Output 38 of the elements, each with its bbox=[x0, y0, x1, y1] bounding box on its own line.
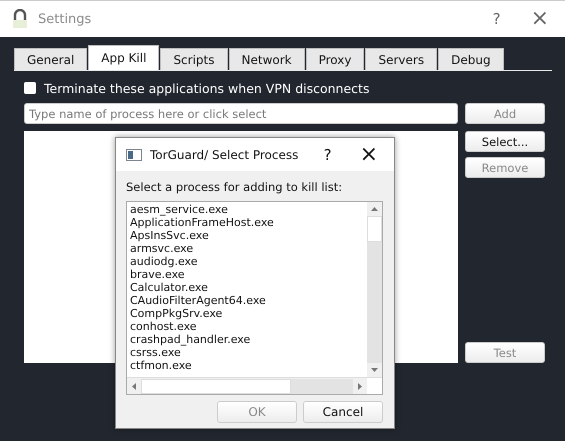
tab[interactable]: App Kill bbox=[88, 45, 160, 70]
padlock-icon bbox=[12, 9, 28, 29]
window-title: Settings bbox=[38, 12, 92, 26]
process-item[interactable]: CAudioFilterAgent64.exe bbox=[130, 294, 364, 307]
scroll-thumb[interactable] bbox=[367, 216, 382, 242]
process-item[interactable]: Calculator.exe bbox=[130, 281, 364, 294]
checkbox[interactable] bbox=[24, 82, 36, 94]
scroll-thumb[interactable] bbox=[141, 378, 291, 394]
process-item[interactable]: ApplicationFrameHost.exe bbox=[130, 216, 364, 229]
horizontal-scrollbar[interactable] bbox=[127, 378, 367, 394]
prompt-text: Select a process for adding to kill list: bbox=[126, 180, 344, 196]
window-icon bbox=[126, 148, 142, 160]
process-item[interactable]: aesm_service.exe bbox=[130, 203, 364, 216]
close-button[interactable]: × bbox=[360, 144, 378, 166]
process-item[interactable]: brave.exe bbox=[130, 268, 364, 281]
dialog-title: TorGuard/ Select Process bbox=[150, 148, 298, 162]
tab[interactable]: Proxy bbox=[306, 48, 364, 70]
process-input-field[interactable]: Type name of process here or click select bbox=[24, 103, 458, 124]
process-item[interactable]: armsvc.exe bbox=[130, 242, 364, 255]
tab[interactable]: Servers bbox=[365, 48, 438, 70]
close-button[interactable]: × bbox=[530, 8, 549, 30]
button[interactable]: Select... bbox=[465, 131, 545, 152]
button[interactable]: Cancel bbox=[303, 401, 383, 423]
help-button[interactable]: ? bbox=[324, 146, 332, 164]
process-item[interactable]: ctfmon.exe bbox=[130, 359, 364, 372]
checkbox-label[interactable]: Terminate these applications when VPN disconnects bbox=[44, 80, 370, 96]
tab[interactable]: General bbox=[14, 48, 88, 70]
vertical-scrollbar[interactable] bbox=[367, 202, 382, 377]
process-item[interactable]: CompPkgSrv.exe bbox=[130, 307, 364, 320]
process-item[interactable]: ApsInsSvc.exe bbox=[130, 229, 364, 242]
tab[interactable]: Debug bbox=[438, 48, 504, 70]
process-item[interactable]: crashpad_handler.exe bbox=[130, 333, 364, 346]
help-button[interactable]: ? bbox=[492, 10, 501, 28]
tab[interactable]: Network bbox=[228, 48, 305, 70]
process-item[interactable]: audiodg.exe bbox=[130, 255, 364, 268]
tab[interactable]: Scripts bbox=[160, 48, 228, 70]
process-item[interactable]: csrss.exe bbox=[130, 346, 364, 359]
process-item[interactable]: conhost.exe bbox=[130, 320, 364, 333]
